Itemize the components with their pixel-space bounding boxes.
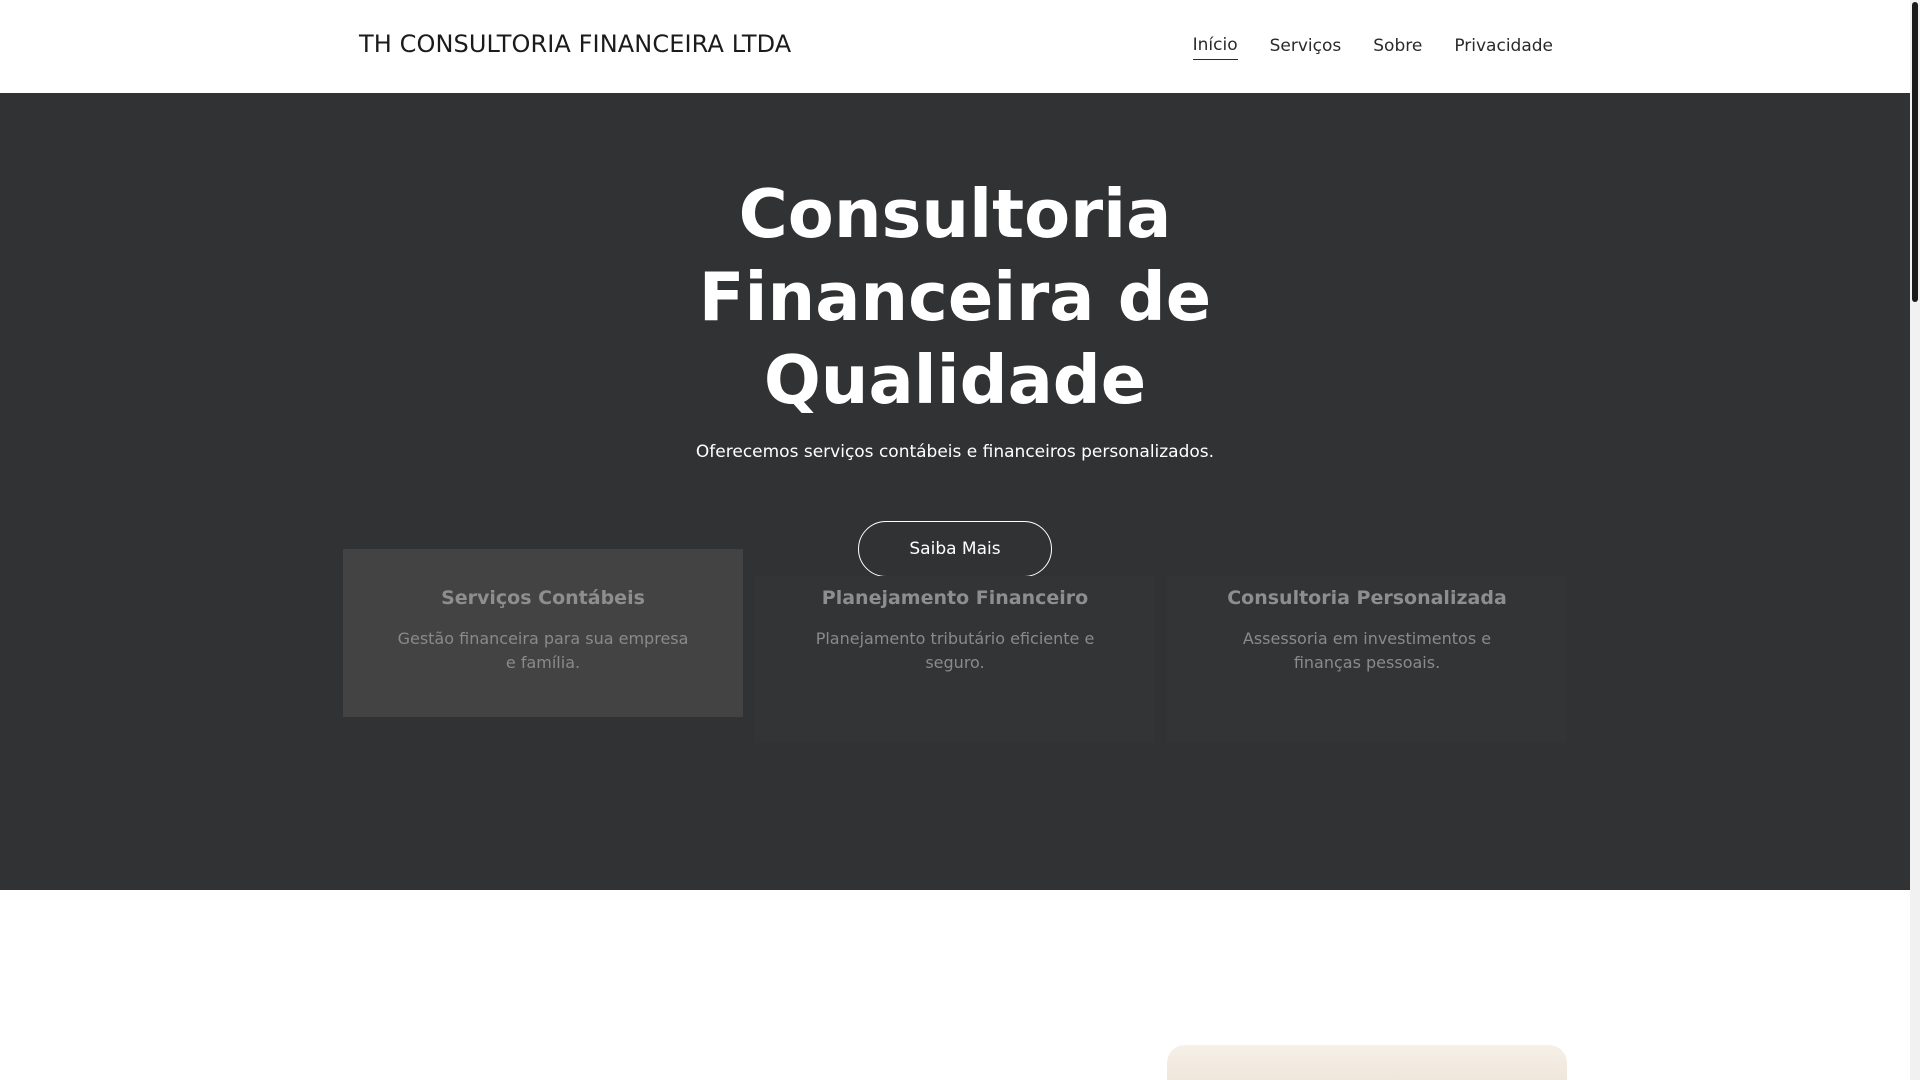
service-card-text: Gestão financeira para sua empresa e fam…: [397, 629, 689, 672]
hero-title-line: Consultoria: [738, 175, 1172, 253]
service-card-text: Assessoria em investimentos e finanças p…: [1242, 629, 1492, 672]
section-image: [1167, 1045, 1567, 1080]
nav-item-inicio[interactable]: Início: [1192, 35, 1238, 60]
nav-item-servicos[interactable]: Serviços: [1270, 36, 1342, 60]
browser-viewport: TH CONSULTORIA FINANCEIRA LTDA Início Se…: [0, 0, 1920, 1080]
hero-title-line: Financeira de: [698, 258, 1212, 336]
service-card-title: Planejamento Financeiro: [821, 587, 1089, 609]
hero-title: Consultoria Financeira de Qualidade: [0, 173, 1910, 422]
nav-item-privacidade[interactable]: Privacidade: [1454, 36, 1553, 60]
page-scrollbar[interactable]: [1910, 0, 1920, 1080]
service-card-title: Serviços Contábeis: [441, 587, 645, 609]
page: TH CONSULTORIA FINANCEIRA LTDA Início Se…: [0, 0, 1910, 1080]
site-header: TH CONSULTORIA FINANCEIRA LTDA Início Se…: [0, 0, 1910, 93]
service-card-planejamento[interactable]: Planejamento Financeiro Planejamento tri…: [755, 576, 1155, 743]
nav-item-sobre[interactable]: Sobre: [1373, 36, 1422, 60]
main-nav: Início Serviços Sobre Privacidade: [1192, 35, 1553, 60]
saiba-mais-button[interactable]: Saiba Mais: [858, 521, 1052, 577]
hero-section: Consultoria Financeira de Qualidade Ofer…: [0, 93, 1910, 890]
hero-subtitle: Oferecemos serviços contábeis e financei…: [695, 442, 1215, 462]
service-card-consultoria[interactable]: Consultoria Personalizada Assessoria em …: [1167, 576, 1567, 743]
service-card-text: Planejamento tributário eficiente e segu…: [815, 629, 1095, 672]
service-card-title: Consultoria Personalizada: [1227, 587, 1507, 609]
service-card-contabeis[interactable]: Serviços Contábeis Gestão financeira par…: [343, 549, 743, 717]
scrollbar-thumb[interactable]: [1912, 2, 1918, 302]
brand-logo-text[interactable]: TH CONSULTORIA FINANCEIRA LTDA: [359, 30, 791, 58]
hero-title-line: Qualidade: [763, 341, 1147, 419]
